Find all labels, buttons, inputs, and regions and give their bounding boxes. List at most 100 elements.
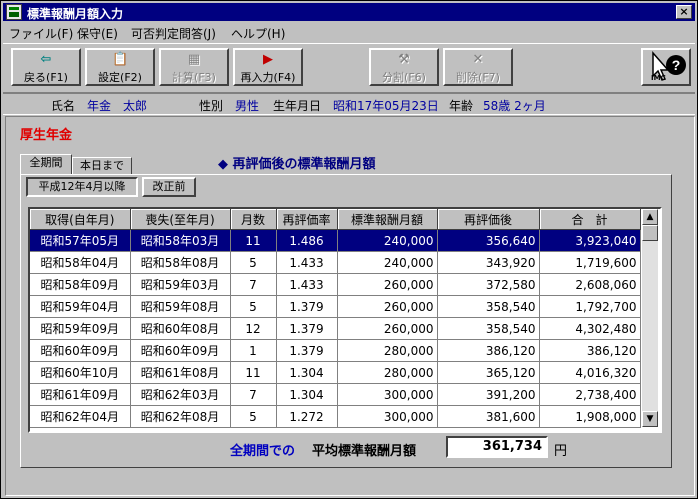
table-cell: 昭和59年09月 <box>30 317 131 340</box>
cursor-question-icon: ? <box>652 51 686 81</box>
table-cell: 3,923,040 <box>539 229 641 252</box>
column-header: 月数 <box>230 209 277 230</box>
table-row[interactable]: 昭和57年05月 昭和58年03月 11 1.486 240,000 356,640 3,9… <box>30 229 641 252</box>
table-cell: 1,719,600 <box>539 251 641 274</box>
menu-judgement[interactable]: 可否判定問答(J) <box>131 25 216 42</box>
title-bar: 標準報酬月額入力 × <box>3 3 695 21</box>
before-revision-button[interactable]: 改正前 <box>142 177 196 197</box>
scroll-up-icon[interactable]: ▲ <box>642 209 658 225</box>
table-cell: 7 <box>230 383 277 406</box>
table-cell: 11 <box>230 361 277 384</box>
birth-value: 昭和17年05月23日 <box>333 99 439 113</box>
scroll-thumb[interactable] <box>642 225 658 241</box>
column-header: 喪失(至年月) <box>130 209 231 230</box>
calculator-icon: ▦ <box>187 52 201 67</box>
table-cell: 7 <box>230 273 277 296</box>
salary-table[interactable]: 取得(自年月) 喪失(至年月) 月数 再評価率 標準報酬月額 再評価後合 計 昭和57年0… <box>28 207 662 433</box>
table-cell: 昭和60年09月 <box>30 339 131 362</box>
tab-all-period[interactable]: 全期間 <box>20 154 72 175</box>
table-cell: 昭和59年04月 <box>30 295 131 318</box>
table-cell: 1 <box>230 339 277 362</box>
table-row[interactable]: 昭和62年04月 昭和62年08月 5 1.272 300,000 381,600 1,90… <box>30 405 641 428</box>
menu-bar: ファイル(F) 保守(E) 可否判定問答(J) ヘルプ(H) <box>3 22 695 42</box>
table-row[interactable]: 昭和60年09月 昭和60年09月 1 1.379 280,000 386,120 386,… <box>30 339 641 362</box>
table-cell: 280,000 <box>337 339 438 362</box>
table-cell: 昭和62年08月 <box>130 405 231 428</box>
column-header: 再評価後 <box>437 209 540 230</box>
menu-maintenance[interactable]: 保守(E) <box>77 25 118 42</box>
table-row[interactable]: 昭和59年09月 昭和60年08月 12 1.379 260,000 358,540 4,3… <box>30 317 641 340</box>
column-header: 標準報酬月額 <box>337 209 438 230</box>
average-unit: 円 <box>554 444 568 459</box>
scroll-down-icon[interactable]: ▼ <box>642 411 658 427</box>
table-cell: 12 <box>230 317 277 340</box>
imc-label: IMC <box>651 74 666 82</box>
section-title: 厚生年金 <box>20 128 73 143</box>
table-row[interactable]: 昭和58年09月 昭和59年03月 7 1.433 260,000 372,580 2,60… <box>30 273 641 296</box>
average-value: 361,734 <box>446 436 548 458</box>
document-arrow-icon: ▶ <box>263 52 273 67</box>
table-cell: 1.272 <box>276 405 338 428</box>
average-label: 平均標準報酬月額 <box>312 444 417 459</box>
table-row[interactable]: 昭和60年10月 昭和61年08月 11 1.304 280,000 365,120 4,0… <box>30 361 641 384</box>
table-cell: 386,120 <box>437 339 540 362</box>
table-cell: 356,640 <box>437 229 540 252</box>
table-cell: 5 <box>230 295 277 318</box>
close-button[interactable]: × <box>676 5 692 19</box>
table-row[interactable]: 昭和61年09月 昭和62年03月 7 1.304 300,000 391,200 2,73… <box>30 383 641 406</box>
average-scope-label: 全期間での <box>230 444 296 459</box>
table-cell: 昭和58年09月 <box>30 273 131 296</box>
table-cell: 260,000 <box>337 295 438 318</box>
main-window: 標準報酬月額入力 × ファイル(F) 保守(E) 可否判定問答(J) ヘルプ(H… <box>0 0 698 499</box>
table-row[interactable]: 昭和58年04月 昭和58年08月 5 1.433 240,000 343,920 1,71… <box>30 251 641 274</box>
column-header: 合 計 <box>539 209 641 230</box>
table-cell: 昭和61年08月 <box>130 361 231 384</box>
table-cell: 昭和60年09月 <box>130 339 231 362</box>
window-title: 標準報酬月額入力 <box>27 7 124 21</box>
table-cell: 343,920 <box>437 251 540 274</box>
table-cell: 358,540 <box>437 317 540 340</box>
table-cell: 1.304 <box>276 361 338 384</box>
table-cell: 5 <box>230 405 277 428</box>
name-label: 氏名 <box>51 99 76 113</box>
sex-value: 男性 <box>235 99 260 113</box>
person-info-bar: 氏名 年金 太郎 性別 男性 生年月日 昭和17年05月23日 年齢 58歳 2… <box>3 93 695 115</box>
table-cell: 昭和57年05月 <box>30 229 131 252</box>
clipboard-pencil-icon: 📋 <box>112 52 129 67</box>
age-label: 年齢 <box>449 99 474 113</box>
menu-file[interactable]: ファイル(F) <box>9 25 73 42</box>
table-row[interactable]: 昭和59年04月 昭和59年08月 5 1.379 260,000 358,540 1,79… <box>30 295 641 318</box>
table-cell: 4,302,480 <box>539 317 641 340</box>
table-cell: 1.379 <box>276 317 338 340</box>
table-cell: 391,200 <box>437 383 540 406</box>
table-cell: 4,016,320 <box>539 361 641 384</box>
toolbar: ⇦ 戻る(F1) 📋 設定(F2) ▦ 計算(F3) ▶ 再入力(F4) ⚒ 分… <box>3 43 695 93</box>
table-cell: 260,000 <box>337 273 438 296</box>
table-cell: 365,120 <box>437 361 540 384</box>
help-imc-button[interactable]: ? IMC <box>641 48 691 86</box>
table-cell: 260,000 <box>337 317 438 340</box>
calc-button[interactable]: ▦ 計算(F3) <box>159 48 229 86</box>
table-cell: 昭和60年08月 <box>130 317 231 340</box>
sex-label: 性別 <box>199 99 224 113</box>
table-cell: 昭和58年08月 <box>130 251 231 274</box>
settings-button[interactable]: 📋 設定(F2) <box>85 48 155 86</box>
back-button[interactable]: ⇦ 戻る(F1) <box>11 48 81 86</box>
split-button[interactable]: ⚒ 分割(F6) <box>369 48 439 86</box>
tab-until-today[interactable]: 本日まで <box>72 157 132 175</box>
table-cell: 昭和59年08月 <box>130 295 231 318</box>
column-header: 取得(自年月) <box>30 209 131 230</box>
table-cell: 1.304 <box>276 383 338 406</box>
menu-help[interactable]: ヘルプ(H) <box>231 25 285 42</box>
table-cell: 1.379 <box>276 295 338 318</box>
table-cell: 358,540 <box>437 295 540 318</box>
vertical-scrollbar[interactable]: ▲ ▼ <box>642 209 658 427</box>
after-h12-button[interactable]: 平成12年4月以降 <box>26 177 138 197</box>
column-header: 再評価率 <box>276 209 338 230</box>
table-cell: 昭和60年10月 <box>30 361 131 384</box>
table-cell: 11 <box>230 229 277 252</box>
split-icon: ⚒ <box>398 52 410 67</box>
delete-button[interactable]: ✕ 削除(F7) <box>443 48 513 86</box>
birth-label: 生年月日 <box>273 99 322 113</box>
reenter-button[interactable]: ▶ 再入力(F4) <box>233 48 303 86</box>
